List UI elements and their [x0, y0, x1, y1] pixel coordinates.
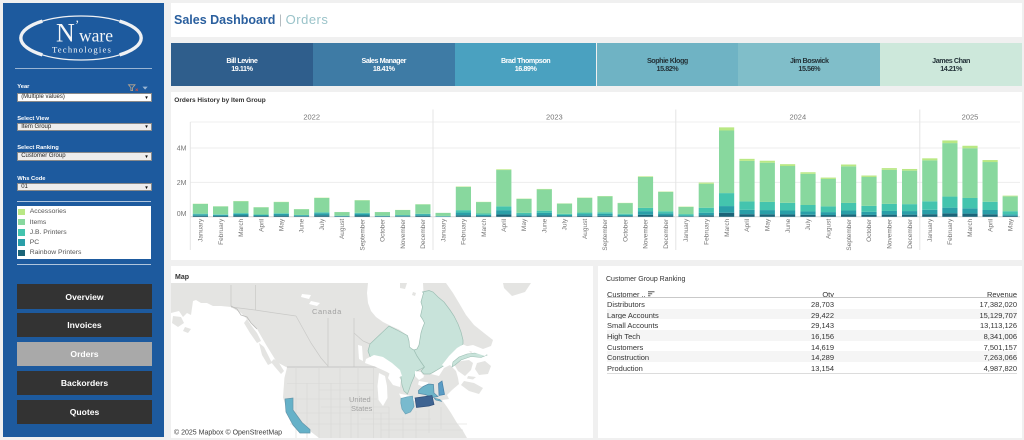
svg-text:July: July — [319, 218, 326, 230]
svg-text:June: June — [299, 218, 306, 232]
svg-text:2023: 2023 — [546, 112, 563, 121]
svg-text:April: April — [987, 218, 994, 232]
svg-text:April: April — [258, 218, 265, 232]
svg-text:October: October — [380, 217, 387, 241]
svg-text:March: March — [481, 218, 488, 236]
svg-text:August: August — [339, 218, 346, 238]
svg-text:2025: 2025 — [962, 112, 979, 121]
svg-text:September: September — [359, 217, 366, 250]
svg-text:December: December — [663, 217, 670, 248]
svg-text:May: May — [521, 218, 528, 231]
svg-text:United: United — [349, 395, 371, 404]
svg-text:© 2025 Mapbox © OpenStreetMap: © 2025 Mapbox © OpenStreetMap — [174, 429, 282, 437]
svg-text:March: March — [724, 218, 731, 236]
svg-text:July: July — [805, 218, 812, 230]
svg-text:October: October — [622, 217, 629, 241]
svg-text:2022: 2022 — [303, 112, 320, 121]
svg-text:February: February — [461, 218, 468, 245]
svg-text:2024: 2024 — [789, 112, 806, 121]
svg-text:ware: ware — [79, 26, 113, 46]
svg-text:February: February — [218, 218, 225, 245]
svg-text:March: March — [238, 218, 245, 236]
svg-text:2M: 2M — [177, 179, 187, 186]
svg-text:December: December — [907, 217, 914, 248]
svg-text:May: May — [279, 218, 286, 231]
svg-text:September: September — [846, 217, 853, 250]
svg-text:July: July — [562, 218, 569, 230]
svg-text:December: December — [420, 217, 427, 248]
svg-text:March: March — [967, 218, 974, 236]
svg-text:4M: 4M — [177, 145, 187, 152]
svg-text:April: April — [744, 218, 751, 232]
svg-text:Canada: Canada — [312, 307, 342, 316]
svg-text:August: August — [582, 218, 589, 238]
svg-text:January: January — [198, 218, 205, 242]
svg-text:February: February — [704, 218, 711, 245]
svg-text:June: June — [785, 218, 792, 232]
svg-text:November: November — [400, 217, 407, 248]
svg-text:0M: 0M — [177, 210, 187, 217]
svg-text:N: N — [56, 19, 75, 48]
svg-text:February: February — [947, 218, 954, 245]
svg-text:November: November — [887, 217, 894, 248]
svg-text:States: States — [351, 404, 373, 413]
svg-text:May: May — [1008, 218, 1015, 231]
svg-text:August: August — [826, 218, 833, 238]
svg-text:January: January — [927, 218, 934, 242]
svg-text:April: April — [501, 218, 508, 232]
svg-text:November: November — [643, 217, 650, 248]
svg-text:May: May — [765, 218, 772, 231]
svg-text:June: June — [542, 218, 549, 232]
svg-text:January: January — [440, 218, 447, 242]
svg-text:January: January — [683, 218, 690, 242]
svg-text:Technologies: Technologies — [52, 44, 112, 54]
svg-text:September: September — [602, 217, 609, 250]
svg-text:October: October — [866, 217, 873, 241]
